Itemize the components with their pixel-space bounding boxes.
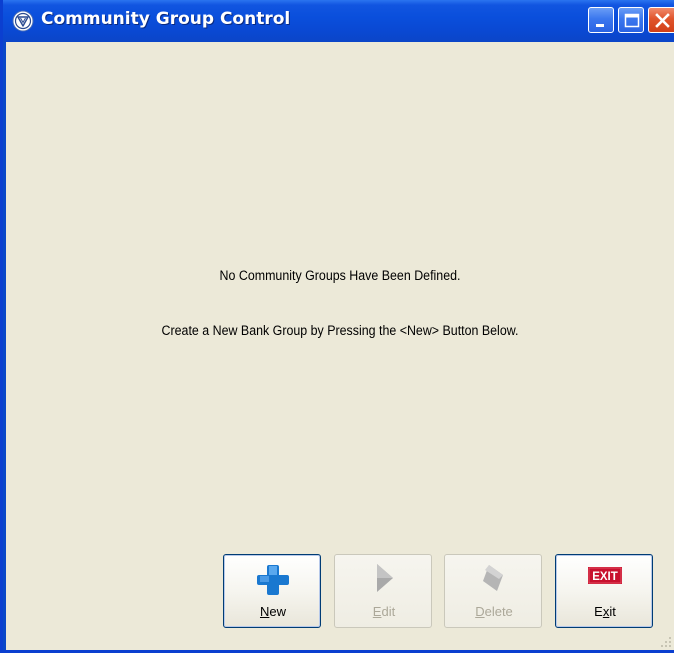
maximize-button[interactable]: [618, 7, 644, 33]
exit-button[interactable]: EXIT Exit: [555, 554, 653, 628]
delete-button-label: Delete: [475, 604, 513, 619]
title-bar[interactable]: Community Group Control: [3, 0, 674, 42]
resize-grip-icon[interactable]: [660, 636, 672, 648]
blue-plus-icon: [257, 565, 289, 595]
new-button-label: New: [259, 604, 286, 619]
minimize-icon: [596, 24, 604, 27]
client-area: No Community Groups Have Been Defined. C…: [6, 42, 674, 650]
window-title: Community Group Control: [41, 9, 291, 29]
minimize-button[interactable]: [588, 7, 614, 33]
close-icon: [655, 13, 670, 28]
delete-button[interactable]: Delete: [444, 554, 542, 628]
exit-sign-icon: EXIT: [588, 567, 622, 584]
empty-state-hint: Create a New Bank Group by Pressing the …: [161, 323, 519, 338]
close-button[interactable]: [648, 7, 674, 33]
edit-button-label: Edit: [372, 604, 396, 619]
exit-button-label: Exit: [594, 604, 616, 619]
eraser-icon: [483, 565, 503, 591]
empty-state-message: No Community Groups Have Been Defined.: [219, 268, 461, 283]
app-window: Community Group Control No Community Gro…: [0, 0, 674, 653]
edit-button[interactable]: Edit: [334, 554, 432, 628]
app-logo-icon: [12, 10, 34, 32]
svg-text:EXIT: EXIT: [592, 571, 618, 583]
new-button[interactable]: New: [223, 554, 321, 628]
play-arrow-icon: [377, 564, 393, 592]
maximize-icon: [624, 13, 640, 28]
